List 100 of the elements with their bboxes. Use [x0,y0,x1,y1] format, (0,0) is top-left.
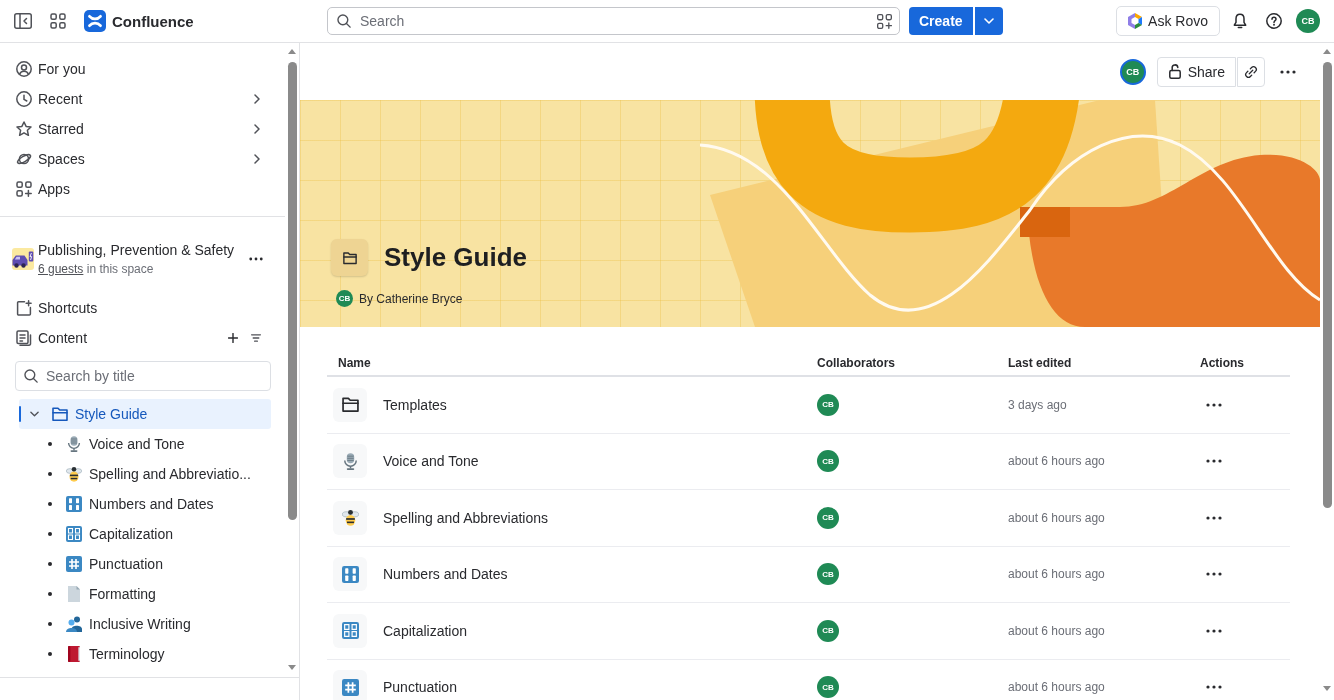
avatar[interactable]: CB [1296,9,1320,33]
column-header: Last edited [1008,356,1072,370]
more-icon[interactable] [1206,572,1222,577]
search-field[interactable]: Search [327,7,900,35]
lock-icon [1168,64,1181,79]
help-icon[interactable] [1266,13,1282,29]
car-icon [12,248,34,270]
space-name[interactable]: Publishing, Prevention & Safety [38,241,235,259]
bullet-icon [48,592,52,596]
page-link[interactable]: Spelling and Abbreviations [383,509,548,526]
column-header: Collaborators [817,356,895,370]
bullet-icon [48,622,52,626]
chevron-icon[interactable] [30,411,39,417]
page-link[interactable]: Capitalization [383,622,468,639]
page-link[interactable]: Templates [383,396,447,413]
author-text: By Catherine Bryce [359,290,463,307]
more-icon[interactable] [1206,685,1222,690]
apps-icon[interactable] [877,13,892,29]
scroll-up-icon[interactable] [288,49,296,54]
last-edited-text: about 6 hours ago [1008,510,1105,525]
create-menu-button[interactable] [974,7,1003,35]
page-link[interactable]: Voice and Tone [383,453,479,470]
logo-icon[interactable] [84,10,106,32]
avatar: CB [817,450,839,473]
star-icon [16,121,32,137]
tree-item[interactable]: Voice and Tone [19,429,271,459]
apps-icon [16,181,32,197]
document-icon [16,330,32,346]
filter-icon[interactable] [251,334,261,342]
nav-item[interactable]: Spaces [0,144,285,174]
search-icon [24,369,38,383]
more-icon[interactable] [1206,628,1222,633]
page-link[interactable]: Numbers and Dates [383,566,508,583]
tree-item[interactable]: Punctuation [19,549,271,579]
folder-icon [331,239,368,276]
last-edited-text: about 6 hours ago [1008,454,1105,469]
search-icon [337,14,351,28]
folder-icon [52,406,68,422]
search-field[interactable]: Search by title [15,361,271,391]
tree-item[interactable]: Inclusive Writing [19,609,271,639]
avatar: CB [336,290,353,307]
more-icon[interactable] [1206,515,1222,520]
avatar[interactable]: CB [1119,58,1146,85]
more-icon[interactable] [249,257,263,261]
nav-item[interactable]: Apps [0,174,285,204]
more-icon[interactable] [1206,459,1222,464]
guests-link[interactable]: 6 guests [38,262,84,276]
nav-item[interactable]: Shortcuts [0,293,285,323]
app-switcher-icon[interactable] [50,13,66,29]
keycap-icon [333,613,367,648]
product-name: Confluence [112,12,194,30]
tree-item[interactable]: Terminology [19,639,271,669]
copy-link-button[interactable] [1237,56,1265,87]
ask-rovo-button[interactable]: Ask Rovo [1116,6,1220,36]
tree-item[interactable]: Formatting [19,579,271,609]
sidebar-toggle-icon[interactable] [14,13,32,29]
more-icon[interactable] [1280,69,1296,74]
tree-item[interactable]: Style Guide [19,399,271,429]
keycap-icon [333,557,367,592]
last-edited-text: about 6 hours ago [1008,680,1105,695]
chevron-icon[interactable] [254,94,260,104]
microphone-icon [66,436,82,452]
caret-icon [983,18,994,24]
notifications-icon[interactable] [1232,13,1248,29]
plus-icon[interactable] [228,333,238,343]
chevron-icon[interactable] [254,154,260,164]
scrollbar-thumb[interactable] [287,62,297,520]
page-icon [66,586,82,602]
create-button[interactable]: Create [909,7,973,35]
share-button[interactable]: Share [1156,56,1236,87]
nav-item[interactable]: Starred [0,114,285,144]
bullet-icon [48,652,52,656]
scroll-down-icon[interactable] [1323,686,1331,691]
avatar: CB [817,563,839,586]
microphone-icon [333,444,367,479]
tree-item[interactable]: Capitalization [19,519,271,549]
avatar: CB [817,676,839,699]
scroll-up-icon[interactable] [1323,49,1331,54]
keycap-icon [66,526,82,542]
nav-item[interactable]: Recent [0,84,285,114]
page-link[interactable]: Punctuation [383,679,457,696]
user-icon [16,61,32,77]
link-icon [1244,64,1258,79]
bee-icon [333,500,367,535]
bullet-icon [48,472,52,476]
tree-item[interactable]: Numbers and Dates [19,489,271,519]
nav-item[interactable]: For you [0,54,285,84]
hash-icon [66,556,82,572]
chevron-icon[interactable] [254,124,260,134]
scroll-down-icon[interactable] [288,665,296,670]
scrollbar-thumb[interactable] [1322,62,1332,508]
column-header: Name [338,356,371,370]
planet-icon [16,151,32,167]
keycap-icon [66,496,82,512]
shortcut-icon [16,300,32,316]
tree-item[interactable]: Spelling and Abbreviatio... [19,459,271,489]
bullet-icon [48,562,52,566]
more-icon[interactable] [1206,402,1222,407]
avatar: CB [817,506,839,529]
nav-item[interactable]: Content [0,323,285,353]
